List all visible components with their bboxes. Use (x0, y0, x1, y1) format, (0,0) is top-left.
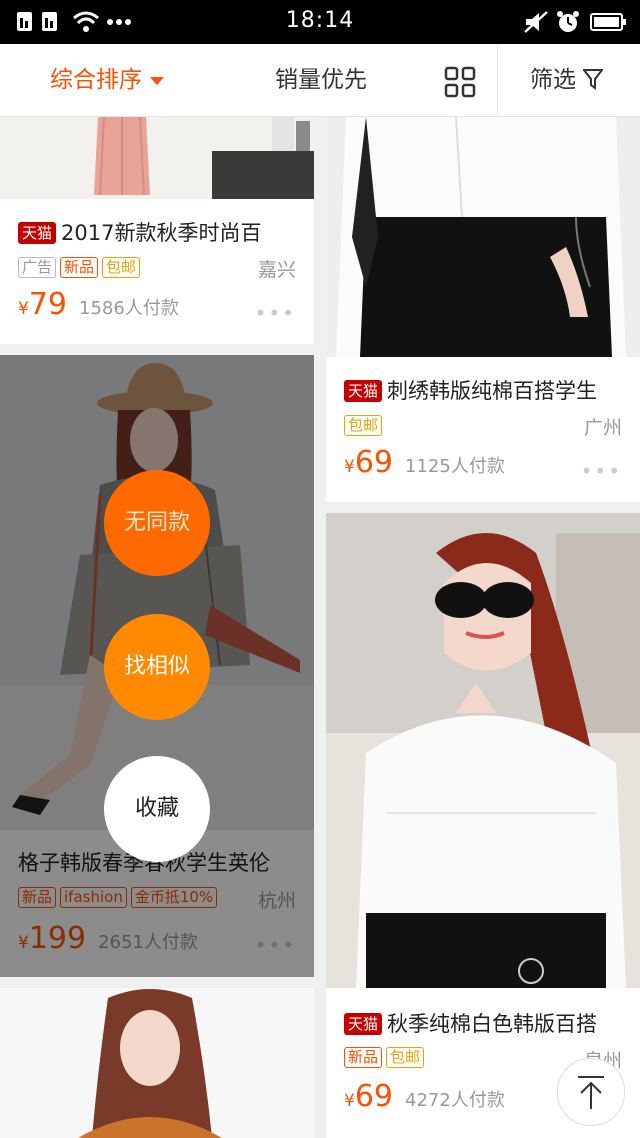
tmall-badge: 天猫 (344, 1013, 383, 1035)
product-title: 天猫 刺绣韩版纯棉百搭学生 (344, 375, 634, 405)
status-bar: 18:14 (0, 0, 640, 44)
product-image-sunglasses-model (326, 513, 640, 988)
free-shipping-tag: 包邮 (102, 257, 141, 278)
favorite-button[interactable]: 收藏 (104, 756, 210, 862)
product-image-sweater (0, 117, 314, 199)
tmall-badge: 天猫 (18, 222, 57, 244)
free-shipping-tag: 包邮 (386, 1047, 425, 1068)
battery-icon (590, 13, 626, 31)
caret-down-icon (150, 76, 164, 85)
more-options-icon[interactable]: ••• (581, 459, 622, 483)
grid-view-icon[interactable] (444, 66, 476, 98)
free-shipping-tag: 包邮 (344, 415, 383, 436)
alarm-icon (557, 11, 579, 32)
find-similar-button[interactable]: 找相似 (104, 614, 210, 720)
sort-label: 综合排序 (50, 67, 142, 93)
product-price: 69 (354, 445, 394, 480)
product-title: 天猫 秋季纯棉白色韩版百搭 (344, 1008, 634, 1038)
toolbar-divider (497, 44, 498, 116)
filter-label: 筛选 (530, 67, 576, 93)
product-card-2[interactable]: 天猫 刺绣韩版纯棉百搭学生 包邮 广州 ¥69 1125人付款 ••• (326, 117, 640, 502)
new-tag: 新品 (60, 257, 99, 278)
product-price: 79 (28, 287, 68, 322)
product-title: 天猫 2017新款秋季时尚百 (18, 217, 308, 247)
sort-dropdown[interactable]: 综合排序 (50, 44, 164, 116)
product-card-5[interactable] (0, 988, 314, 1138)
no-same-style-button[interactable]: 无同款 (104, 470, 210, 576)
filter-button[interactable]: 筛选 (530, 44, 605, 116)
paid-count: 4272人付款 (405, 1090, 505, 1111)
price-row: ¥69 1125人付款 (344, 445, 505, 480)
product-tags: 新品 包邮 (344, 1047, 428, 1068)
price-row: ¥79 1586人付款 (18, 287, 179, 322)
paid-count: 1586人付款 (79, 298, 179, 319)
product-tags: 包邮 (344, 415, 386, 436)
product-city: 嘉兴 (257, 259, 296, 281)
ad-tag: 广告 (18, 257, 57, 278)
tmall-badge: 天猫 (344, 380, 383, 402)
sort-toolbar: 综合排序 销量优先 筛选 (0, 44, 640, 117)
mute-icon (524, 11, 548, 33)
price-row: ¥69 4272人付款 (344, 1079, 505, 1114)
paid-count: 1125人付款 (405, 456, 505, 477)
new-tag: 新品 (344, 1047, 383, 1068)
product-card-1[interactable]: 天猫 2017新款秋季时尚百 广告 新品 包邮 嘉兴 ¥79 1586人付款 ••• (0, 117, 314, 344)
product-tags: 广告 新品 包邮 (18, 257, 144, 278)
back-to-top-button[interactable] (557, 1058, 625, 1126)
more-options-icon[interactable]: ••• (255, 301, 296, 325)
filter-funnel-icon (582, 69, 605, 90)
product-price: 69 (354, 1079, 394, 1114)
product-card-4[interactable]: 天猫秋季纯棉白色韩版百搭 新品包邮 泉州 ¥694272人付款 (326, 513, 640, 1138)
sales-first-tab[interactable]: 销量优先 (275, 44, 367, 116)
product-city: 广州 (583, 417, 622, 439)
arrow-up-icon (578, 1076, 604, 1109)
product-image-white-shirt (326, 117, 640, 357)
product-image-orange-top (0, 988, 314, 1138)
